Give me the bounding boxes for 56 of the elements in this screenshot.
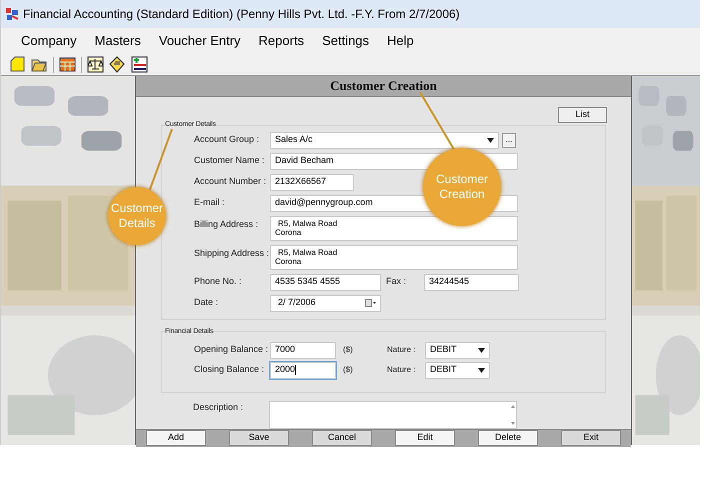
field-label: Account Group : bbox=[194, 133, 260, 146]
calendar-icon[interactable] bbox=[365, 299, 376, 307]
action-button[interactable]: Delete bbox=[478, 430, 538, 446]
unit-label: ($) bbox=[343, 364, 354, 376]
menu-item[interactable]: Reports bbox=[250, 31, 312, 51]
menu-item[interactable]: Help bbox=[379, 31, 422, 51]
address-field[interactable]: R5, Malwa Road Corona bbox=[270, 216, 518, 240]
field-label: Description : bbox=[193, 400, 244, 414]
form-title: Customer Creation bbox=[330, 77, 437, 95]
balance-scale-icon[interactable] bbox=[87, 56, 104, 73]
text-field[interactable]: 4535 5345 4555 bbox=[270, 274, 381, 290]
description-field[interactable] bbox=[269, 400, 517, 428]
new-file-icon[interactable] bbox=[9, 56, 26, 73]
field-label: Fax : bbox=[386, 275, 408, 288]
dropdown-field[interactable]: DEBIT bbox=[425, 362, 490, 378]
text-field[interactable]: 7000 bbox=[270, 342, 336, 358]
document-icon[interactable] bbox=[109, 56, 126, 73]
action-button[interactable]: Exit bbox=[561, 430, 621, 446]
menu-item[interactable]: Settings bbox=[314, 31, 378, 51]
menu-item[interactable]: Voucher Entry bbox=[150, 31, 249, 51]
action-button[interactable]: Add bbox=[146, 430, 206, 446]
address-field[interactable]: R5, Malwa Road Corona bbox=[270, 244, 518, 270]
dropdown-field[interactable]: DEBIT bbox=[425, 342, 490, 358]
app-icon bbox=[5, 7, 19, 21]
browse-button[interactable]: ... bbox=[502, 132, 516, 148]
field-label: Account Number : bbox=[194, 175, 268, 188]
unit-label: ($) bbox=[343, 344, 354, 356]
field-label: Nature : bbox=[387, 364, 416, 376]
dropdown-arrow-icon bbox=[478, 368, 485, 372]
text-field[interactable]: 2000 bbox=[270, 362, 336, 378]
date-field[interactable]: 2/ 7/2006 bbox=[270, 294, 381, 312]
text-field[interactable]: 34244545 bbox=[424, 274, 519, 290]
menu-item[interactable]: Masters bbox=[86, 31, 149, 51]
field-label: Phone No. : bbox=[194, 275, 243, 288]
field-label: Customer Name : bbox=[194, 154, 266, 168]
action-button[interactable]: Cancel bbox=[312, 430, 372, 446]
action-button[interactable]: Edit bbox=[395, 430, 455, 446]
list-add-icon[interactable] bbox=[131, 56, 148, 73]
field-label: Date : bbox=[194, 296, 220, 310]
list-button[interactable]: List bbox=[558, 106, 607, 122]
field-label: Opening Balance : bbox=[194, 343, 270, 356]
menu-item[interactable]: Company bbox=[13, 31, 85, 51]
field-label: E-mail : bbox=[194, 196, 226, 210]
field-label: Billing Address : bbox=[194, 218, 260, 231]
dropdown-arrow-icon bbox=[487, 138, 494, 142]
text-cursor bbox=[295, 365, 296, 375]
dropdown-arrow-icon bbox=[478, 348, 485, 352]
field-label: Nature : bbox=[387, 344, 416, 356]
field-label: Shipping Address : bbox=[194, 246, 270, 260]
action-button[interactable]: Save bbox=[229, 430, 289, 446]
window-title: Financial Accounting (Standard Edition) (Penny Hills Pvt. Ltd. -F.Y. From 2/7/2006) bbox=[23, 6, 460, 23]
leader-line bbox=[146, 129, 174, 193]
text-field[interactable]: 2132X66567 bbox=[270, 174, 354, 190]
grid-icon[interactable] bbox=[59, 56, 76, 73]
dropdown-field[interactable]: Sales A/c bbox=[270, 132, 499, 148]
field-label: Closing Balance : bbox=[194, 363, 266, 376]
